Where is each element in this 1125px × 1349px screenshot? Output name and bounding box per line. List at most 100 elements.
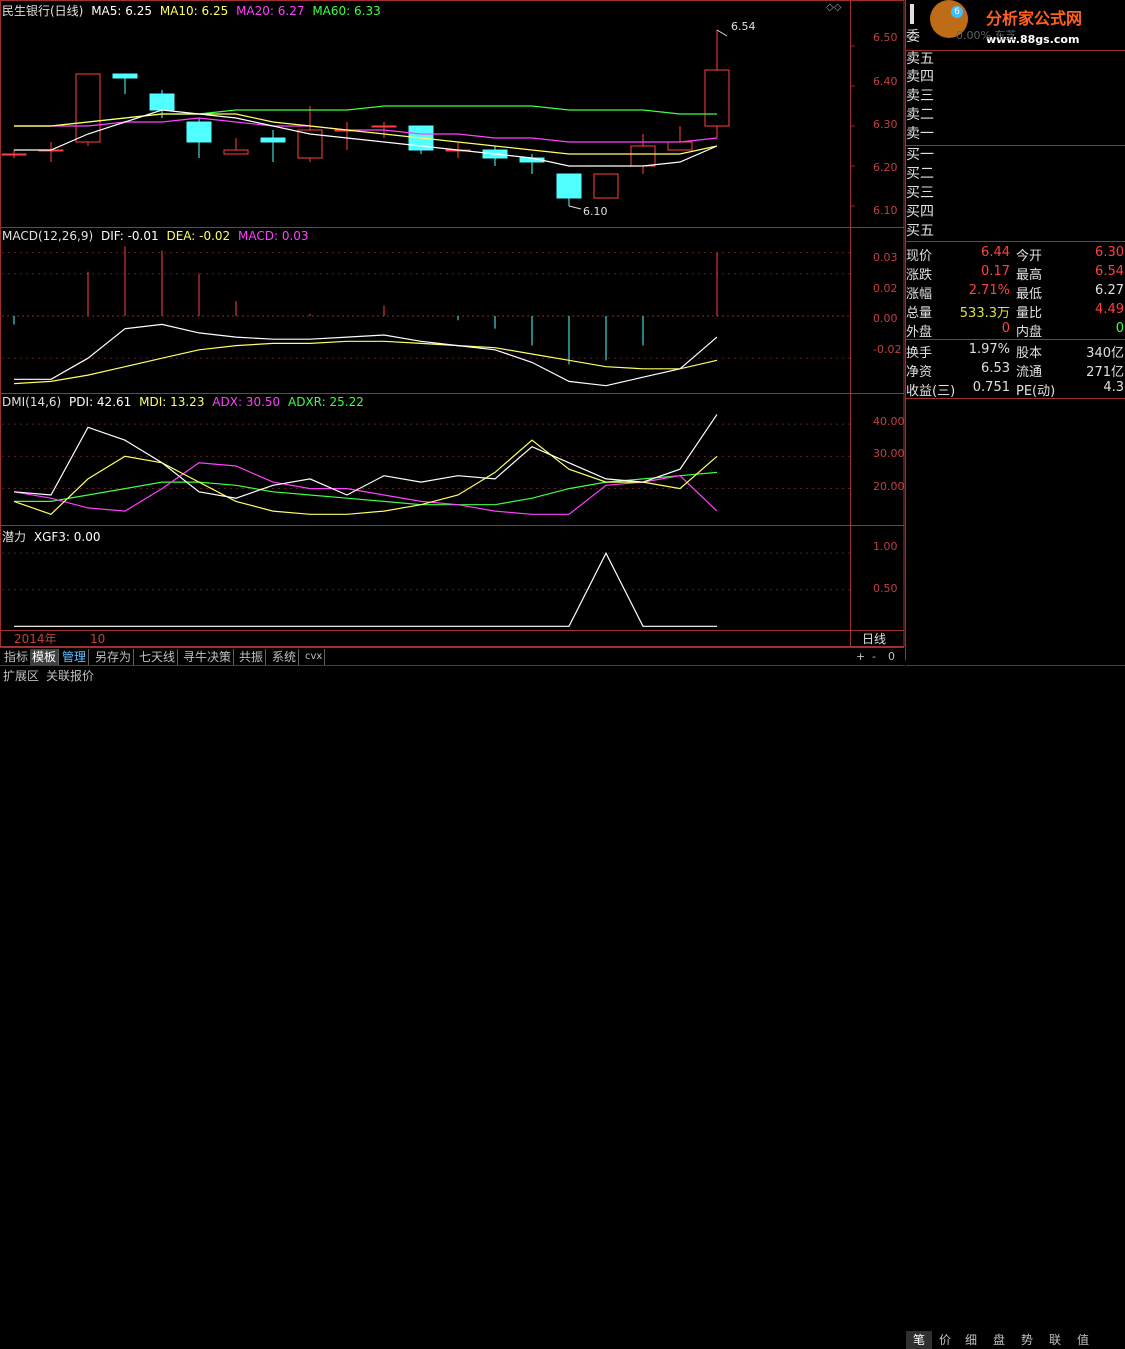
sell-level-3: 卖三 [906, 88, 934, 104]
tab-template[interactable]: 模板 [30, 649, 60, 665]
tab-manage[interactable]: 管理 [60, 649, 90, 665]
dea-line [13, 340, 718, 385]
ma10-line [14, 113, 718, 155]
quote-value: 0 [1115, 321, 1124, 336]
mdi-value: MDI: 13.23 [139, 395, 205, 409]
quote-value: 6.54 [1095, 264, 1124, 279]
xgf3-line [14, 551, 717, 627]
macd-title: MACD(12,26,9) [2, 229, 94, 243]
fundamental-label: 收益(三) [906, 384, 956, 399]
xgf-title: 潜力 [2, 530, 27, 544]
diamond-icon[interactable]: ◇◇ [826, 2, 841, 13]
macd-pane-header: MACD(12,26,9) DIF: -0.01 DEA: -0.02 MACD… [2, 229, 309, 243]
tab-trend[interactable]: 势 [1014, 1331, 1040, 1349]
period-label[interactable]: 日线 [862, 632, 886, 646]
mdi-line [13, 439, 718, 515]
quote-value: 6.44 [981, 245, 1010, 260]
extension-area-button[interactable]: 扩展区 [3, 667, 39, 684]
price-tick: 6.10 [873, 204, 898, 217]
quote-label: 外盘 [906, 325, 933, 340]
quote-value: 2.71% [968, 283, 1010, 298]
logo-badge: 6 [951, 6, 963, 18]
tab-detail[interactable]: 细 [958, 1331, 984, 1349]
buy-level-2: 买二 [906, 166, 934, 182]
macd-value: MACD: 0.03 [238, 229, 309, 243]
candle-body [186, 121, 212, 143]
quote-value: 6.27 [1095, 283, 1124, 298]
ma20-value: MA20: 6.27 [236, 4, 305, 18]
zoom-in-button[interactable]: + [856, 650, 865, 663]
high-price-mark: 6.54 [731, 20, 756, 33]
sell-level-2: 卖二 [906, 107, 934, 123]
partial-title-glyph [910, 4, 914, 24]
price-tick: 6.40 [873, 75, 898, 88]
divider [906, 241, 1125, 242]
time-axis-month: 10 [90, 632, 106, 646]
quote-row: 现价 6.44 今开 6.30 [906, 243, 1125, 264]
logo-overlay-text: 0.00% 东芝 [956, 29, 1017, 42]
tab-ticks[interactable]: 笔 [906, 1331, 932, 1349]
tab-save-as[interactable]: 另存为 [93, 649, 135, 665]
ma5-value: MA5: 6.25 [91, 4, 152, 18]
tab-book[interactable]: 盘 [986, 1331, 1012, 1349]
candle-body [371, 125, 397, 128]
quote-value: 0.17 [981, 264, 1010, 279]
sell-level-1: 卖一 [906, 126, 934, 142]
related-quote-button[interactable]: 关联报价 [46, 667, 94, 684]
divider [906, 398, 1125, 399]
sell-level-5: 卖五 [906, 51, 934, 67]
quote-value: 0 [1001, 321, 1010, 336]
candle-body [667, 141, 693, 151]
adxr-line [14, 471, 718, 506]
tab-cvx[interactable]: cvx [303, 649, 326, 665]
chart-canvas[interactable] [0, 0, 905, 660]
buy-level-1: 买一 [906, 147, 934, 163]
tab-link[interactable]: 联 [1042, 1331, 1068, 1349]
low-price-mark: 6.10 [583, 205, 608, 218]
dmi-pane-header: DMI(14,6) PDI: 42.61 MDI: 13.23 ADX: 30.… [2, 395, 364, 409]
main-pane-header: 民生银行(日线) MA5: 6.25 MA10: 6.25 MA20: 6.27… [2, 2, 381, 19]
tab-seven-day-line[interactable]: 七天线 [137, 649, 179, 665]
ma20-line [14, 117, 718, 143]
tab-resonance[interactable]: 共振 [237, 649, 267, 665]
adx-value: ADX: 30.50 [212, 395, 281, 409]
candle-body [149, 93, 175, 111]
dmi-tick: 40.00 [873, 415, 905, 428]
fundamental-row: 换手 1.97% 股本 340亿 [906, 340, 1125, 361]
order-ratio-label: 委 [906, 29, 920, 45]
chart-frame [0, 0, 905, 647]
price-tick: 6.30 [873, 118, 898, 131]
fundamental-value: 6.53 [981, 361, 1010, 376]
stock-title: 民生银行(日线) [2, 4, 84, 18]
quote-row: 涨幅 2.71% 最低 6.27 [906, 281, 1125, 302]
quote-row: 涨跌 0.17 最高 6.54 [906, 262, 1125, 283]
quote-row: 总量 533.3万 量比 4.49 [906, 300, 1125, 321]
tab-price[interactable]: 价 [932, 1331, 958, 1349]
candle-body [112, 73, 138, 79]
price-tick: 6.20 [873, 161, 898, 174]
tab-value[interactable]: 值 [1070, 1331, 1096, 1349]
tab-system[interactable]: 系统 [270, 649, 300, 665]
xgf3-value: XGF3: 0.00 [33, 530, 101, 544]
macd-tick: 0.02 [873, 282, 898, 295]
logo-text: 分析家公式网 [986, 9, 1083, 28]
quote-value: 4.49 [1095, 302, 1124, 317]
zoom-controls: + - 0 [852, 649, 904, 665]
tab-find-bull[interactable]: 寻牛决策 [181, 649, 235, 665]
chart-area[interactable]: 民生银行(日线) MA5: 6.25 MA10: 6.25 MA20: 6.27… [0, 0, 905, 660]
zoom-reset-button[interactable]: 0 [888, 650, 895, 663]
macd-tick: -0.02 [873, 343, 902, 356]
xgf-pane-header: 潜力 XGF3: 0.00 [2, 528, 100, 545]
candle-body [630, 145, 656, 167]
macd-tick: 0.03 [873, 251, 898, 264]
candle-body [704, 69, 730, 127]
dif-value: DIF: -0.01 [100, 229, 159, 243]
fundamental-label: PE(动) [1016, 384, 1056, 399]
tab-indicator[interactable]: 指标 [2, 649, 32, 665]
sell-level-4: 卖四 [906, 69, 934, 85]
fundamental-value: 4.3 [1103, 380, 1124, 395]
candle-body [223, 149, 249, 155]
divider [906, 145, 1125, 146]
zoom-out-button[interactable]: - [872, 650, 876, 663]
pdi-value: PDI: 42.61 [69, 395, 132, 409]
